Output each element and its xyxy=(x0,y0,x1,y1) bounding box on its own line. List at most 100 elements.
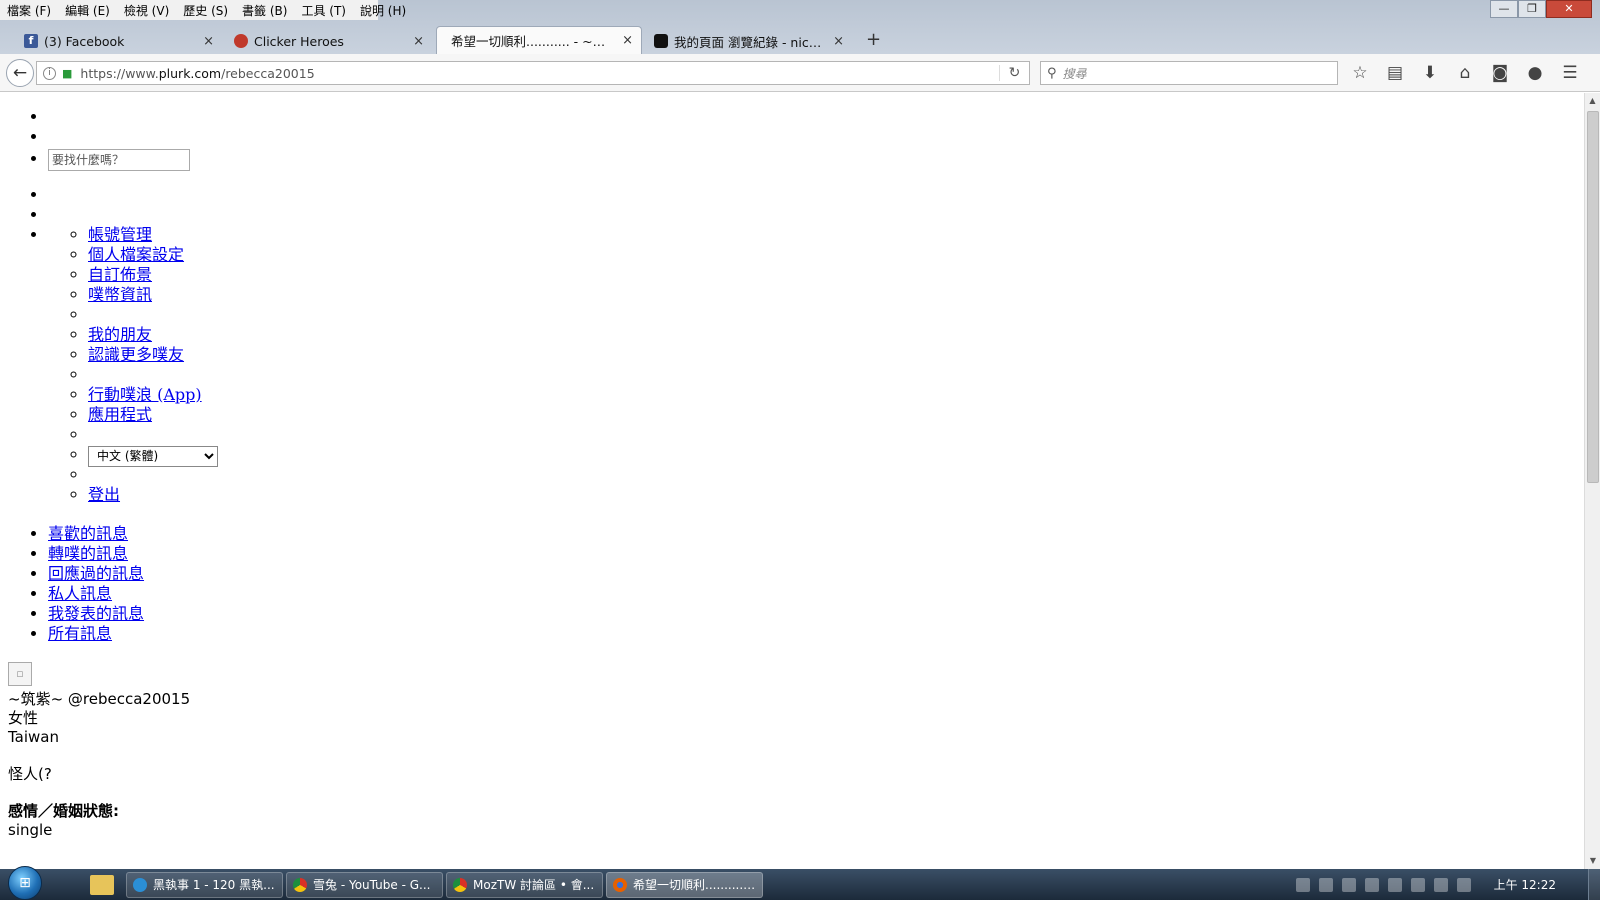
home-icon[interactable]: ⌂ xyxy=(1455,63,1475,83)
tab-plurk-active[interactable]: 希望一切順利........... - ~筑紫~ ... × xyxy=(436,26,642,54)
close-window-button[interactable]: ✕ xyxy=(1546,0,1592,18)
tab-title: 希望一切順利........... - ~筑紫~ ... xyxy=(451,34,616,49)
page-viewport: 帳號管理個人檔案設定自訂佈景噗幣資訊我的朋友認識更多噗友行動噗浪 (App)應用… xyxy=(0,93,1584,869)
close-tab-icon[interactable]: × xyxy=(833,34,844,49)
account-menu-link[interactable]: 行動噗浪 (App) xyxy=(88,385,202,404)
profile-location: Taiwan xyxy=(8,728,60,746)
monitor-icon[interactable] xyxy=(1433,877,1448,892)
menu-view[interactable]: 檢視 (V) xyxy=(117,2,176,19)
help-icon[interactable] xyxy=(1318,877,1333,892)
search-icon: ⚲ xyxy=(1047,65,1057,81)
url-host: plurk.com xyxy=(158,65,222,81)
account-menu-item: 登出 xyxy=(88,485,218,505)
tab-strip: f (3) Facebook × Clicker Heroes × 希望一切順利… xyxy=(0,26,1600,54)
taskbar-item-title: MozTW 討論區 • 會... xyxy=(473,878,595,892)
nav-item-account: 帳號管理個人檔案設定自訂佈景噗幣資訊我的朋友認識更多噗友行動噗浪 (App)應用… xyxy=(48,225,218,504)
taskbar-item[interactable]: 黑執事 1 - 120 黑執... xyxy=(126,871,283,898)
account-menu-item xyxy=(88,425,218,445)
filter-link[interactable]: 轉噗的訊息 xyxy=(48,544,128,563)
bookmark-star-icon[interactable]: ☆ xyxy=(1350,63,1370,83)
url-path: /rebecca20015 xyxy=(221,65,315,81)
taskbar-item[interactable]: 希望一切順利........... ... xyxy=(606,871,763,898)
menu-help[interactable]: 說明 (H) xyxy=(353,2,413,19)
account-menu-item xyxy=(88,465,218,485)
hamburger-menu-icon[interactable]: ☰ xyxy=(1560,63,1580,83)
filter-link[interactable]: 回應過的訊息 xyxy=(48,564,144,583)
windows-taskbar: ⊞ 黑執事 1 - 120 黑執... 雪兔 - YouTube - G... Mo… xyxy=(0,866,1600,900)
file-explorer-icon[interactable] xyxy=(90,874,114,895)
tab-niconico[interactable]: 我的頁面 瀏覽紀錄 - nicon... × xyxy=(646,28,852,54)
close-tab-icon[interactable]: × xyxy=(413,34,424,49)
menu-edit[interactable]: 編輯 (E) xyxy=(58,2,117,19)
volume-icon[interactable] xyxy=(1456,877,1471,892)
account-menu-item: 認識更多噗友 xyxy=(88,345,218,365)
restore-button[interactable]: ❐ xyxy=(1518,0,1546,18)
scroll-down-arrow-icon[interactable]: ▼ xyxy=(1585,853,1600,869)
menu-file[interactable]: 檔案 (F) xyxy=(0,2,58,19)
broken-image-icon: ▫ xyxy=(16,667,24,680)
niconico-icon xyxy=(654,34,668,48)
filter-link[interactable]: 所有訊息 xyxy=(48,624,112,643)
url-text[interactable]: https://www.plurk.com/rebecca20015 xyxy=(80,66,999,81)
keyboard-icon[interactable] xyxy=(1295,877,1310,892)
tab-title: (3) Facebook xyxy=(44,33,125,49)
filter-link[interactable]: 喜歡的訊息 xyxy=(48,524,128,543)
back-button[interactable]: ← xyxy=(6,59,34,87)
site-search-input[interactable] xyxy=(48,148,190,171)
taskbar-item[interactable]: 雪兔 - YouTube - G... xyxy=(286,871,443,898)
taskbar-item[interactable]: MozTW 討論區 • 會... xyxy=(446,871,603,898)
download-icon[interactable]: ⬇ xyxy=(1420,63,1440,83)
account-menu-link[interactable]: 應用程式 xyxy=(88,405,152,424)
filter-link[interactable]: 我發表的訊息 xyxy=(48,604,144,623)
chat-icon[interactable]: ● xyxy=(1525,63,1545,83)
app-tray-icon[interactable] xyxy=(1364,877,1379,892)
reload-icon[interactable]: ↻ xyxy=(999,65,1029,81)
account-menu-link[interactable]: 噗幣資訊 xyxy=(88,285,152,304)
top-navigation: 帳號管理個人檔案設定自訂佈景噗幣資訊我的朋友認識更多噗友行動噗浪 (App)應用… xyxy=(0,107,218,504)
pocket-icon[interactable]: ◙ xyxy=(1490,63,1510,83)
tab-title: 我的頁面 瀏覽紀錄 - nicon... xyxy=(674,34,828,50)
account-menu-link[interactable]: 我的朋友 xyxy=(88,325,152,344)
account-menu-link[interactable]: 認識更多噗友 xyxy=(88,345,184,364)
account-menu-link[interactable]: 帳號管理 xyxy=(88,225,152,244)
browser-search-input[interactable]: ⚲ 搜尋 xyxy=(1040,61,1338,85)
filter-item: 喜歡的訊息 xyxy=(48,524,144,544)
filter-item: 我發表的訊息 xyxy=(48,604,144,624)
close-tab-icon[interactable]: × xyxy=(203,34,214,49)
tab-clicker-heroes[interactable]: Clicker Heroes × xyxy=(226,28,432,54)
new-tab-button[interactable]: + xyxy=(856,29,891,54)
avatar[interactable]: ▫ xyxy=(8,662,32,686)
profile-info: ~筑紫~ @rebecca20015 女性 Taiwan 怪人(? 感情／婚姻狀… xyxy=(8,690,190,840)
menu-bookmarks[interactable]: 書籤 (B) xyxy=(235,2,294,19)
scrollbar-thumb[interactable] xyxy=(1587,111,1599,483)
account-menu-link[interactable]: 登出 xyxy=(88,485,120,504)
reading-list-icon[interactable]: ▤ xyxy=(1385,63,1405,83)
account-menu-link[interactable]: 自訂佈景 xyxy=(88,265,152,284)
language-select[interactable]: 中文 (繁體) xyxy=(88,445,218,467)
network-tool-icon[interactable] xyxy=(1387,877,1402,892)
start-button[interactable]: ⊞ xyxy=(8,866,42,900)
chrome-icon xyxy=(453,877,467,892)
menu-tools[interactable]: 工具 (T) xyxy=(294,2,353,19)
nav-item-empty xyxy=(48,107,218,127)
info-icon[interactable]: i xyxy=(43,66,56,80)
minimize-button[interactable]: — xyxy=(1490,0,1518,18)
plurk-filter-list: 喜歡的訊息轉噗的訊息回應過的訊息私人訊息我發表的訊息所有訊息 xyxy=(0,524,144,644)
menu-history[interactable]: 歷史 (S) xyxy=(176,2,235,19)
clock[interactable]: 上午 12:22 xyxy=(1494,876,1556,893)
vertical-scrollbar[interactable]: ▲ ▼ xyxy=(1584,93,1600,869)
app-tray-icon[interactable] xyxy=(1410,877,1425,892)
filter-link[interactable]: 私人訊息 xyxy=(48,584,112,603)
account-menu-link[interactable]: 個人檔案設定 xyxy=(88,245,184,264)
back-arrow-icon: ← xyxy=(12,63,28,83)
relationship-label: 感情／婚姻狀態: xyxy=(8,802,119,820)
facebook-icon: f xyxy=(24,34,38,48)
tray-expand-icon[interactable] xyxy=(1341,877,1356,892)
show-desktop-button[interactable] xyxy=(1588,869,1600,900)
filter-item: 回應過的訊息 xyxy=(48,564,144,584)
lock-icon[interactable]: ■ xyxy=(62,67,72,80)
url-bar[interactable]: i ■ https://www.plurk.com/rebecca20015 ↻ xyxy=(36,61,1030,85)
scroll-up-arrow-icon[interactable]: ▲ xyxy=(1585,93,1600,109)
close-tab-icon[interactable]: × xyxy=(622,33,633,48)
tab-facebook[interactable]: f (3) Facebook × xyxy=(16,28,222,54)
